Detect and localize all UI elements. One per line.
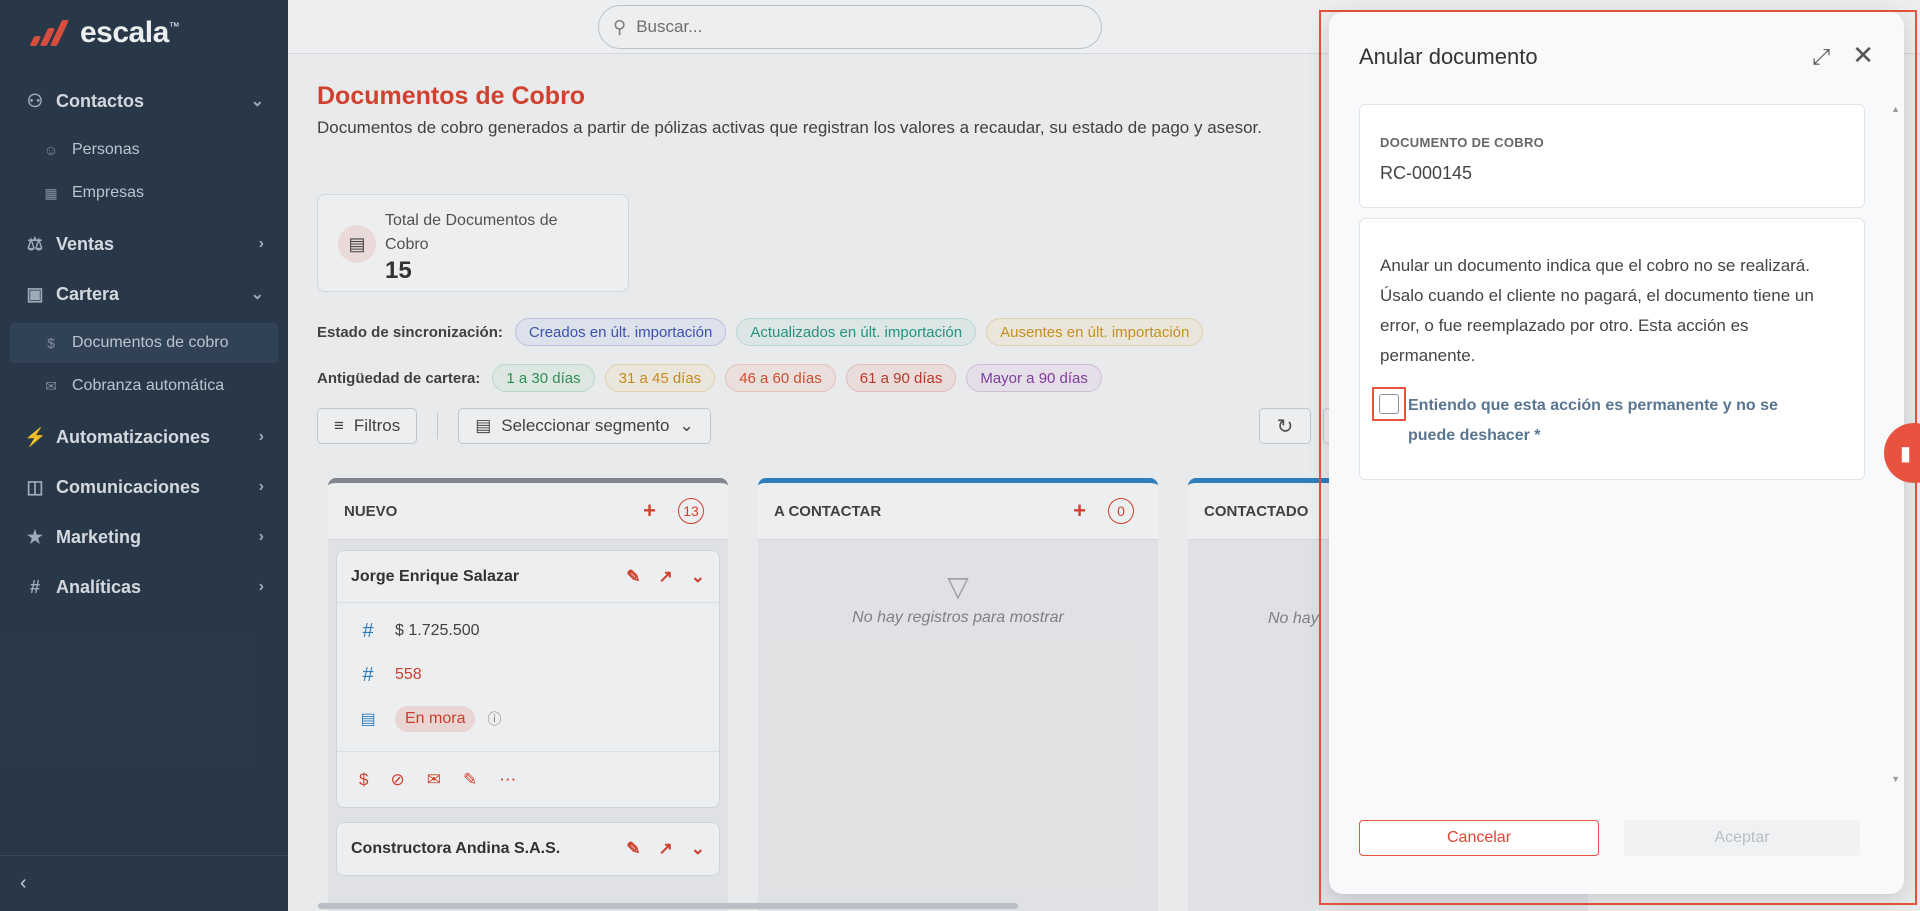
cancel-button[interactable]: Cancelar	[1359, 820, 1599, 856]
warning-message: Anular un documento indica que el cobro …	[1380, 256, 1814, 365]
confirmation-box: Anular un documento indica que el cobro …	[1359, 218, 1865, 480]
chat-icon: ▮	[1900, 442, 1912, 465]
field-value: RC-000145	[1380, 163, 1473, 183]
scroll-down-arrow-icon[interactable]: ▼	[1891, 774, 1900, 784]
void-document-dialog: Anular documento ⤢ ✕ DOCUMENTO DE COBRO …	[1329, 12, 1904, 894]
accept-button[interactable]: Aceptar	[1624, 820, 1860, 856]
document-field: DOCUMENTO DE COBRO RC-000145	[1359, 104, 1865, 208]
dialog-title: Anular documento	[1359, 44, 1538, 69]
close-icon[interactable]: ✕	[1852, 40, 1874, 71]
expand-icon[interactable]: ⤢	[1812, 44, 1830, 70]
confirm-checkbox[interactable]	[1379, 394, 1399, 414]
scroll-up-arrow-icon[interactable]: ▲	[1891, 104, 1900, 114]
confirm-checkbox-label[interactable]: Entiendo que esta acción es permanente y…	[1408, 391, 1828, 451]
field-caption: DOCUMENTO DE COBRO	[1380, 135, 1545, 150]
confirm-checkbox-highlight[interactable]	[1372, 387, 1406, 421]
